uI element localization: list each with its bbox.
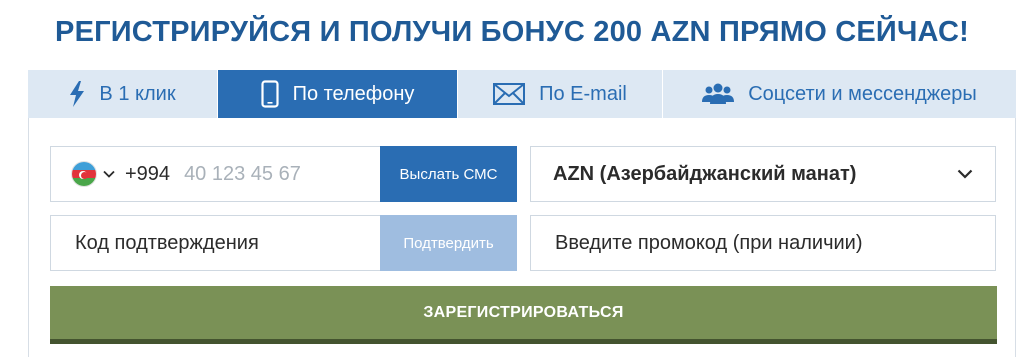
phone-input[interactable] — [182, 161, 363, 187]
tab-one-click[interactable]: В 1 клик — [28, 70, 218, 118]
tab-social[interactable]: Соцсети и мессенджеры — [663, 70, 1016, 118]
send-sms-button[interactable]: Выслать СМС — [380, 146, 517, 202]
tab-label: По E-mail — [539, 82, 627, 105]
registration-tabs: В 1 клик По телефону По E-mail Соцсети и… — [28, 70, 1016, 118]
confirmation-code-input[interactable] — [73, 230, 377, 256]
tab-email[interactable]: По E-mail — [458, 70, 663, 118]
azerbaijan-flag-icon[interactable] — [71, 161, 97, 187]
tab-phone[interactable]: По телефону — [218, 70, 458, 118]
promo-code-input[interactable] — [553, 230, 977, 256]
tab-label: По телефону — [292, 82, 415, 105]
phone-field: +994 Выслать СМС — [50, 146, 517, 202]
chevron-down-icon — [957, 169, 973, 179]
smartphone-icon — [260, 80, 279, 108]
dial-code: +994 — [125, 162, 171, 185]
page-title: РЕГИСТРИРУЙСЯ И ПОЛУЧИ БОНУС 200 AZN ПРЯ… — [55, 16, 969, 48]
lightning-icon — [69, 81, 85, 107]
confirmation-code-field: Подтвердить — [50, 215, 517, 271]
currency-selected-value: AZN (Азербайджанский манат) — [553, 162, 857, 185]
confirm-button[interactable]: Подтвердить — [380, 215, 517, 271]
currency-select[interactable]: AZN (Азербайджанский манат) — [530, 146, 996, 202]
tab-label: В 1 клик — [99, 82, 176, 105]
chevron-down-icon[interactable] — [103, 170, 115, 178]
tab-label: Соцсети и мессенджеры — [748, 82, 977, 105]
envelope-icon — [493, 83, 526, 105]
people-icon — [702, 82, 735, 106]
registration-page: РЕГИСТРИРУЙСЯ И ПОЛУЧИ БОНУС 200 AZN ПРЯ… — [0, 0, 1024, 357]
promo-code-field — [530, 215, 996, 271]
register-button[interactable]: ЗАРЕГИСТРИРОВАТЬСЯ — [50, 286, 997, 344]
